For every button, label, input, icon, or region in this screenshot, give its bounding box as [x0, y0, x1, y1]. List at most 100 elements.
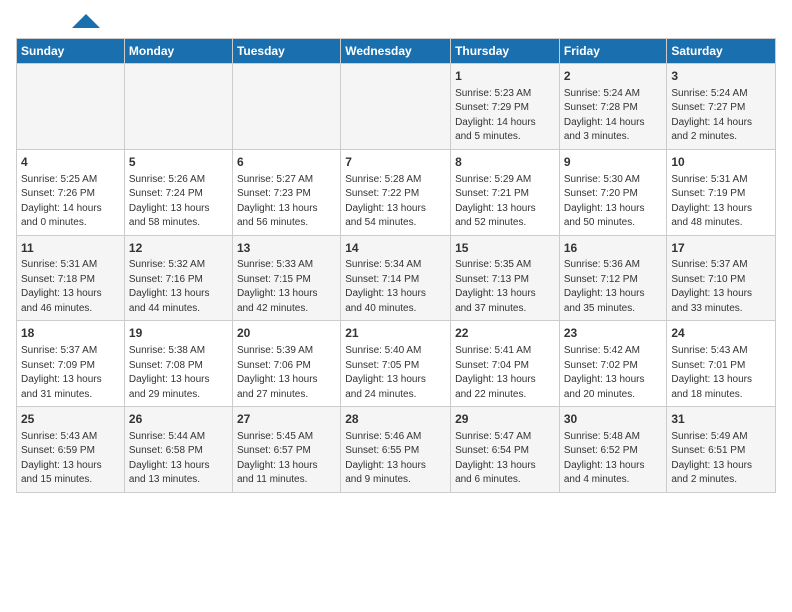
day-header-monday: Monday: [124, 39, 232, 64]
calendar-day: 29 Sunrise: 5:47 AM Sunset: 6:54 PM Dayli…: [451, 407, 560, 493]
logo: [16, 16, 100, 28]
day-number: 25: [21, 411, 120, 428]
calendar-day: 8Sunrise: 5:29 AM Sunset: 7:21 PM Daylig…: [451, 149, 560, 235]
day-info: Sunrise: 5:28 AM Sunset: 7:22 PM Dayligh…: [345, 173, 446, 231]
day-info: Sunrise: 5:39 AM Sunset: 7:06 PM Dayligh…: [237, 344, 336, 402]
day-info: Sunrise: 5:24 AM Sunset: 7:27 PM Dayligh…: [671, 87, 771, 145]
day-header-saturday: Saturday: [667, 39, 776, 64]
day-number: 5: [129, 154, 228, 171]
calendar-day: 31 Sunrise: 5:49 AM Sunset: 6:51 PM Dayli…: [667, 407, 776, 493]
calendar-day: 5 Sunrise: 5:26 AM Sunset: 7:24 PM Daylig…: [124, 149, 232, 235]
calendar-day: [124, 64, 232, 150]
calendar-day: 21 Sunrise: 5:40 AM Sunset: 7:05 PM Dayli…: [341, 321, 451, 407]
day-number: 16: [564, 240, 663, 257]
day-number: 7: [345, 154, 446, 171]
day-number: 14: [345, 240, 446, 257]
calendar-day: 24 Sunrise: 5:43 AM Sunset: 7:01 PM Dayli…: [667, 321, 776, 407]
calendar-day: 23 Sunrise: 5:42 AM Sunset: 7:02 PM Dayli…: [559, 321, 667, 407]
day-number: 30: [564, 411, 663, 428]
day-header-tuesday: Tuesday: [232, 39, 340, 64]
calendar-day: 7 Sunrise: 5:28 AM Sunset: 7:22 PM Daylig…: [341, 149, 451, 235]
day-info: Sunrise: 5:36 AM Sunset: 7:12 PM Dayligh…: [564, 258, 663, 316]
calendar-day: 2 Sunrise: 5:24 AM Sunset: 7:28 PM Daylig…: [559, 64, 667, 150]
day-info: Sunrise: 5:44 AM Sunset: 6:58 PM Dayligh…: [129, 430, 228, 488]
day-info: Sunrise: 5:43 AM Sunset: 7:01 PM Dayligh…: [671, 344, 771, 402]
logo-icon: [72, 14, 100, 28]
calendar-day: [341, 64, 451, 150]
day-info: Sunrise: 5:24 AM Sunset: 7:28 PM Dayligh…: [564, 87, 663, 145]
day-info: Sunrise: 5:41 AM Sunset: 7:04 PM Dayligh…: [455, 344, 555, 402]
day-info: Sunrise: 5:48 AM Sunset: 6:52 PM Dayligh…: [564, 430, 663, 488]
week-row-1: 1 Sunrise: 5:23 AM Sunset: 7:29 PM Daylig…: [17, 64, 776, 150]
day-number: 27: [237, 411, 336, 428]
calendar-day: 13Sunrise: 5:33 AM Sunset: 7:15 PM Dayli…: [232, 235, 340, 321]
day-info: Sunrise: 5:43 AM Sunset: 6:59 PM Dayligh…: [21, 430, 120, 488]
calendar-day: 20 Sunrise: 5:39 AM Sunset: 7:06 PM Dayli…: [232, 321, 340, 407]
calendar: SundayMondayTuesdayWednesdayThursdayFrid…: [16, 38, 776, 493]
day-number: 24: [671, 325, 771, 342]
day-number: 2: [564, 68, 663, 85]
week-row-3: 11Sunrise: 5:31 AM Sunset: 7:18 PM Dayli…: [17, 235, 776, 321]
day-number: 26: [129, 411, 228, 428]
day-info: Sunrise: 5:27 AM Sunset: 7:23 PM Dayligh…: [237, 173, 336, 231]
calendar-day: 17Sunrise: 5:37 AM Sunset: 7:10 PM Dayli…: [667, 235, 776, 321]
day-number: 29: [455, 411, 555, 428]
day-number: 12: [129, 240, 228, 257]
calendar-day: 14Sunrise: 5:34 AM Sunset: 7:14 PM Dayli…: [341, 235, 451, 321]
day-number: 17: [671, 240, 771, 257]
calendar-day: [17, 64, 125, 150]
calendar-day: 10 Sunrise: 5:31 AM Sunset: 7:19 PM Dayli…: [667, 149, 776, 235]
day-number: 20: [237, 325, 336, 342]
day-info: Sunrise: 5:26 AM Sunset: 7:24 PM Dayligh…: [129, 173, 228, 231]
day-info: Sunrise: 5:30 AM Sunset: 7:20 PM Dayligh…: [564, 173, 663, 231]
day-info: Sunrise: 5:49 AM Sunset: 6:51 PM Dayligh…: [671, 430, 771, 488]
day-info: Sunrise: 5:35 AM Sunset: 7:13 PM Dayligh…: [455, 258, 555, 316]
day-info: Sunrise: 5:47 AM Sunset: 6:54 PM Dayligh…: [455, 430, 555, 488]
calendar-day: 28 Sunrise: 5:46 AM Sunset: 6:55 PM Dayli…: [341, 407, 451, 493]
day-info: Sunrise: 5:31 AM Sunset: 7:19 PM Dayligh…: [671, 173, 771, 231]
day-header-friday: Friday: [559, 39, 667, 64]
day-number: 4: [21, 154, 120, 171]
day-info: Sunrise: 5:40 AM Sunset: 7:05 PM Dayligh…: [345, 344, 446, 402]
day-number: 31: [671, 411, 771, 428]
day-number: 28: [345, 411, 446, 428]
calendar-day: [232, 64, 340, 150]
calendar-day: 27 Sunrise: 5:45 AM Sunset: 6:57 PM Dayli…: [232, 407, 340, 493]
calendar-day: 11Sunrise: 5:31 AM Sunset: 7:18 PM Dayli…: [17, 235, 125, 321]
calendar-day: 1 Sunrise: 5:23 AM Sunset: 7:29 PM Daylig…: [451, 64, 560, 150]
calendar-day: 18 Sunrise: 5:37 AM Sunset: 7:09 PM Dayli…: [17, 321, 125, 407]
calendar-day: 15Sunrise: 5:35 AM Sunset: 7:13 PM Dayli…: [451, 235, 560, 321]
calendar-day: 30 Sunrise: 5:48 AM Sunset: 6:52 PM Dayli…: [559, 407, 667, 493]
calendar-header-row: SundayMondayTuesdayWednesdayThursdayFrid…: [17, 39, 776, 64]
day-number: 23: [564, 325, 663, 342]
calendar-day: 3 Sunrise: 5:24 AM Sunset: 7:27 PM Daylig…: [667, 64, 776, 150]
day-info: Sunrise: 5:45 AM Sunset: 6:57 PM Dayligh…: [237, 430, 336, 488]
day-header-thursday: Thursday: [451, 39, 560, 64]
calendar-day: 6 Sunrise: 5:27 AM Sunset: 7:23 PM Daylig…: [232, 149, 340, 235]
calendar-day: 9 Sunrise: 5:30 AM Sunset: 7:20 PM Daylig…: [559, 149, 667, 235]
day-number: 9: [564, 154, 663, 171]
day-info: Sunrise: 5:31 AM Sunset: 7:18 PM Dayligh…: [21, 258, 120, 316]
day-number: 19: [129, 325, 228, 342]
day-info: Sunrise: 5:23 AM Sunset: 7:29 PM Dayligh…: [455, 87, 555, 145]
day-number: 15: [455, 240, 555, 257]
day-info: Sunrise: 5:37 AM Sunset: 7:10 PM Dayligh…: [671, 258, 771, 316]
day-number: 3: [671, 68, 771, 85]
calendar-day: 19Sunrise: 5:38 AM Sunset: 7:08 PM Dayli…: [124, 321, 232, 407]
day-info: Sunrise: 5:42 AM Sunset: 7:02 PM Dayligh…: [564, 344, 663, 402]
week-row-5: 25 Sunrise: 5:43 AM Sunset: 6:59 PM Dayli…: [17, 407, 776, 493]
calendar-day: 12Sunrise: 5:32 AM Sunset: 7:16 PM Dayli…: [124, 235, 232, 321]
week-row-4: 18 Sunrise: 5:37 AM Sunset: 7:09 PM Dayli…: [17, 321, 776, 407]
day-number: 18: [21, 325, 120, 342]
day-info: Sunrise: 5:46 AM Sunset: 6:55 PM Dayligh…: [345, 430, 446, 488]
calendar-day: 26 Sunrise: 5:44 AM Sunset: 6:58 PM Dayli…: [124, 407, 232, 493]
day-number: 1: [455, 68, 555, 85]
day-number: 10: [671, 154, 771, 171]
week-row-2: 4Sunrise: 5:25 AM Sunset: 7:26 PM Daylig…: [17, 149, 776, 235]
day-number: 21: [345, 325, 446, 342]
day-number: 6: [237, 154, 336, 171]
day-header-sunday: Sunday: [17, 39, 125, 64]
calendar-day: 22Sunrise: 5:41 AM Sunset: 7:04 PM Dayli…: [451, 321, 560, 407]
day-info: Sunrise: 5:37 AM Sunset: 7:09 PM Dayligh…: [21, 344, 120, 402]
calendar-day: 4Sunrise: 5:25 AM Sunset: 7:26 PM Daylig…: [17, 149, 125, 235]
